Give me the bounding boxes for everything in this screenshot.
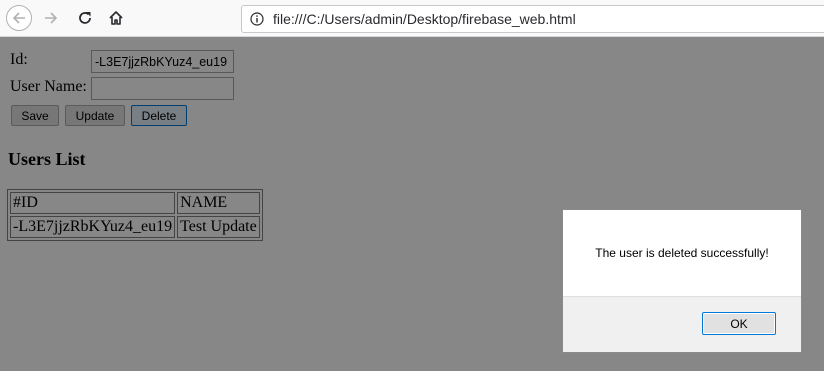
address-bar[interactable]: file:///C:/Users/admin/Desktop/firebase_… xyxy=(241,5,824,33)
ok-button[interactable]: OK xyxy=(702,312,776,335)
reload-icon xyxy=(79,12,91,24)
dialog-footer: OK xyxy=(563,296,801,352)
back-arrow-icon xyxy=(12,12,25,24)
forward-button[interactable] xyxy=(38,5,64,31)
browser-toolbar: file:///C:/Users/admin/Desktop/firebase_… xyxy=(0,0,824,37)
info-icon[interactable] xyxy=(250,12,264,26)
dialog-message: The user is deleted successfully! xyxy=(595,246,769,260)
reload-button[interactable] xyxy=(72,5,98,31)
home-button[interactable] xyxy=(103,5,129,31)
back-button[interactable] xyxy=(6,5,32,31)
home-icon xyxy=(109,11,123,25)
alert-dialog: The user is deleted successfully! OK xyxy=(562,209,802,353)
forward-arrow-icon xyxy=(45,12,58,24)
url-text[interactable]: file:///C:/Users/admin/Desktop/firebase_… xyxy=(273,11,576,27)
